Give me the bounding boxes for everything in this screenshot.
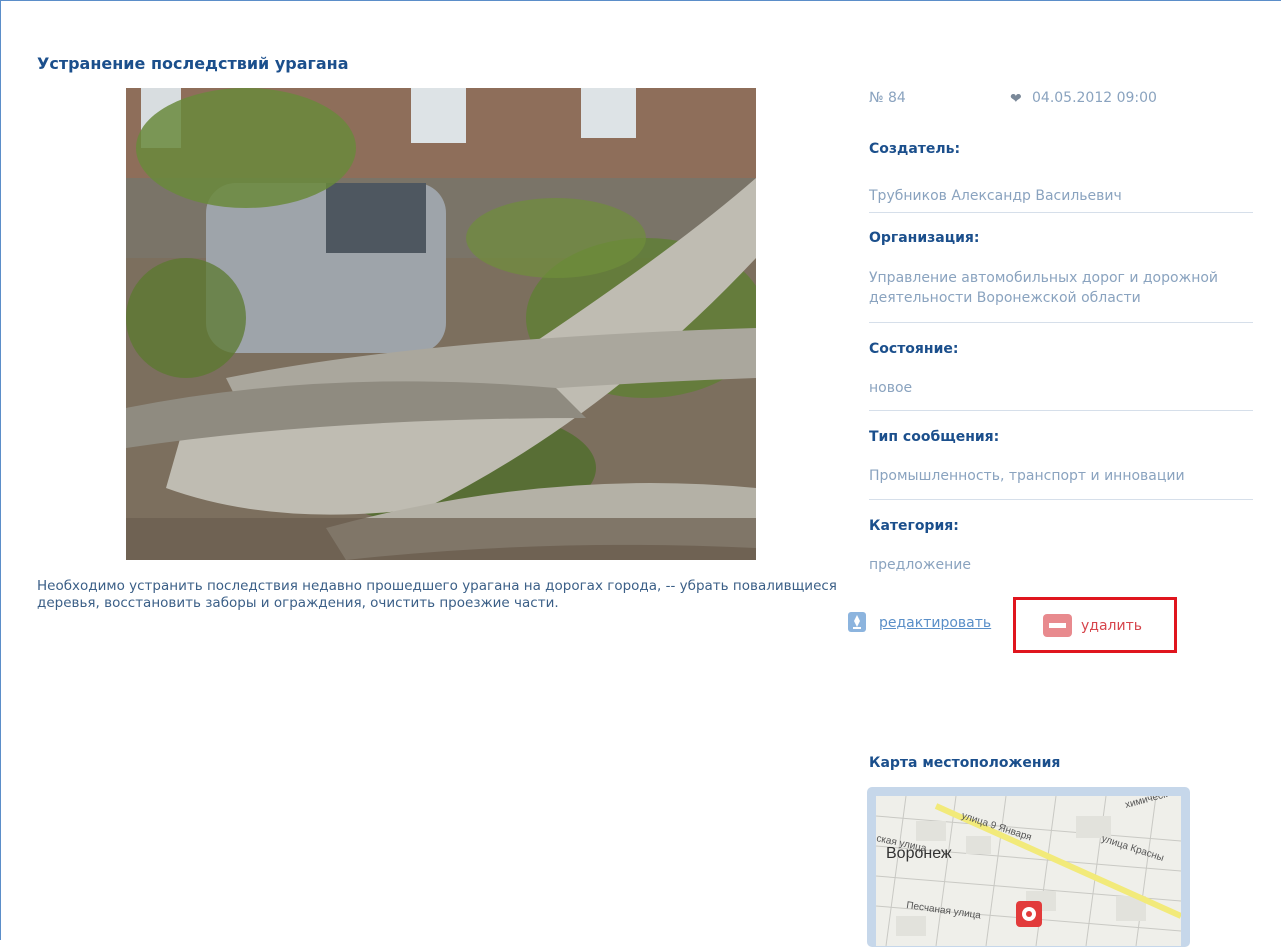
- map-canvas[interactable]: Воронеж улица 9 Января улица Красны ская…: [876, 796, 1181, 946]
- state-label: Состояние:: [869, 341, 959, 357]
- message-type-value: Промышленность, транспорт и инновации: [869, 468, 1185, 484]
- divider: [869, 410, 1253, 411]
- map-graphic: Воронеж улица 9 Января улица Красны ская…: [876, 796, 1181, 946]
- edit-link[interactable]: редактировать: [879, 615, 991, 631]
- creator-label: Создатель:: [869, 141, 961, 157]
- report-meta-panel: № 84 ❤ 04.05.2012 09:00 Создатель: Трубн…: [869, 90, 1254, 573]
- report-title: Устранение последствий урагана: [37, 54, 349, 73]
- category-value: предложение: [869, 557, 971, 573]
- report-number: № 84: [869, 90, 906, 106]
- organization-label: Организация:: [869, 230, 980, 246]
- creator-value: Трубников Александр Васильевич: [869, 188, 1122, 204]
- meta-topline: № 84 ❤ 04.05.2012 09:00: [869, 90, 1254, 112]
- divider: [869, 499, 1253, 500]
- report-date: 04.05.2012 09:00: [1032, 90, 1157, 106]
- report-description: Необходимо устранить последствия недавно…: [37, 578, 837, 611]
- location-map[interactable]: Воронеж улица 9 Января улица Красны ская…: [867, 787, 1190, 947]
- state-value: новое: [869, 380, 913, 396]
- report-photo[interactable]: [126, 88, 756, 560]
- heart-icon[interactable]: ❤: [1010, 91, 1022, 107]
- delete-link[interactable]: удалить: [1081, 618, 1142, 634]
- delete-minus-icon[interactable]: [1043, 614, 1072, 637]
- message-type-label: Тип сообщения:: [869, 429, 1000, 445]
- map-title: Карта местоположения: [869, 755, 1061, 771]
- divider: [869, 322, 1253, 323]
- edit-pen-icon[interactable]: [848, 612, 866, 632]
- fallen-tree-photo: [126, 88, 756, 560]
- category-label: Категория:: [869, 518, 959, 534]
- divider: [869, 212, 1253, 213]
- organization-value: Управление автомобильных дорог и дорожно…: [869, 270, 1219, 306]
